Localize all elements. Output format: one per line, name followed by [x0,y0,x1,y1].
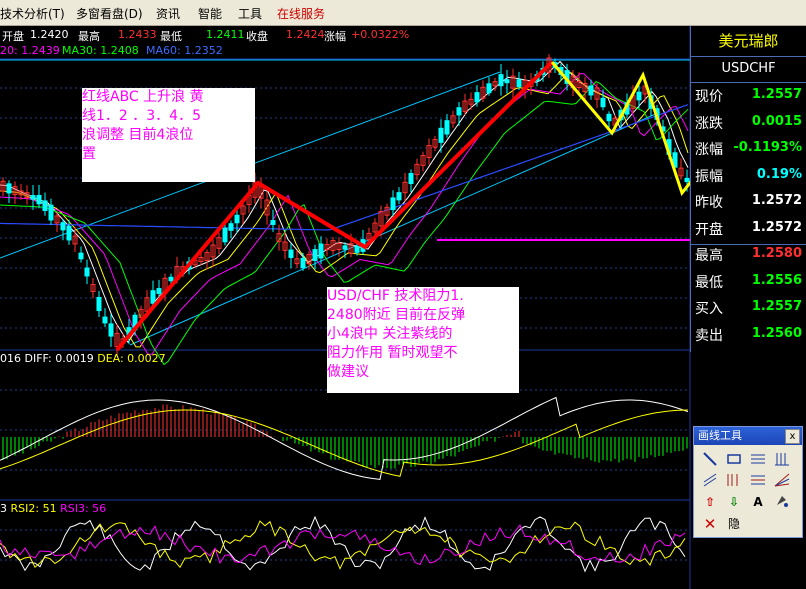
macd-dea-line [0,409,689,477]
candle-body [156,288,162,294]
candle-body [438,127,444,143]
candle-body [390,197,396,211]
speed-lines-icon[interactable] [772,472,792,490]
candle-body [168,276,174,282]
rsi1-value: 3 [0,502,7,515]
quote-label: 现价 [695,89,723,105]
text-tool-icon[interactable]: A [748,493,768,511]
candle-body [270,220,276,225]
symbol-code: USDCHF [721,61,776,76]
candle-body [66,225,72,241]
hide-button[interactable]: 隐 [724,515,744,533]
candle-body [228,223,234,231]
candle-body [108,323,114,337]
paint-tool-icon[interactable] [772,493,792,511]
candle-body [150,290,156,304]
candle-body [516,79,522,88]
candle-body [288,249,294,258]
quote-value: -0.1193% [733,140,802,155]
line-tool-icon[interactable] [700,451,720,469]
quote-label: 昨收 [695,195,723,211]
fan-lines-icon[interactable] [748,472,768,490]
resistance-note: USD/CHF 技术阻力1. 2480附近 目前在反弹 小4浪中 关注紫线的 阻… [327,287,519,393]
candle-body [684,177,690,183]
up-arrow-icon[interactable]: ⇧ [700,493,720,511]
quote-label: 最低 [695,274,723,291]
quote-label: 振幅 [695,168,723,185]
toolbox-titlebar[interactable]: 画线工具 x [694,427,802,445]
candle-body [600,97,606,108]
symbol-name: 美元瑞郎 [718,32,779,50]
quote-label: 开盘 [695,221,723,238]
candle-body [222,227,228,243]
candle-body [300,257,306,269]
candle-body [474,92,480,103]
candle-body [354,246,360,253]
down-arrow-icon[interactable]: ⇩ [724,493,744,511]
macd-legend: 016 DIFF: 0.0019 DEA: 0.0027 [0,352,166,365]
quote-label: 涨幅 [695,142,723,158]
candle-body [96,296,102,312]
candle-body [342,245,348,250]
fibonacci-icon[interactable] [724,472,744,490]
candle-body [396,192,402,201]
macd-diff: DIFF: 0.0019 [24,352,94,365]
candle-body [36,194,42,205]
quote-label: 最高 [695,248,723,264]
panel-divider [691,56,806,57]
candle-body [6,183,12,194]
quote-value: 1.2557 [751,87,802,102]
quote-value: 0.0015 [751,113,802,129]
candle-body [234,214,240,224]
candle-body [318,243,324,259]
quote-value: 1.2580 [751,246,802,261]
candle-body [498,74,504,87]
candle-body [408,172,414,185]
candle-body [486,83,492,94]
candle-body [78,252,84,260]
wave-note: 红线ABC 上升浪 黄 线1．2 ．3．4．5 浪调整 目前4浪位 置 [82,88,255,182]
candle-body [42,200,48,212]
quote-value: 0.19% [756,166,802,182]
candle-body [504,79,510,84]
candle-body [636,91,642,101]
candle-body [456,107,462,116]
channel-tool-icon[interactable] [700,472,720,490]
quote-value: 1.2560 [751,325,802,341]
macd-diff-line [0,396,689,480]
candle-body [30,195,36,200]
rsi3-value: RSI3: 56 [60,502,107,515]
candle-body [60,222,66,231]
candle-body [48,204,54,221]
rsi2-value: RSI2: 51 [10,502,57,515]
rectangle-tool-icon[interactable] [724,451,744,469]
quote-value: 1.2557 [751,299,802,314]
parallel-lines-icon[interactable] [748,451,768,469]
panel-divider [691,82,806,83]
quote-label: 卖出 [695,327,723,344]
toolbox-title: 画线工具 [698,429,742,442]
macd-dea: DEA: 0.0027 [97,352,166,365]
rsi-legend: 3 RSI2: 51 RSI3: 56 [0,502,106,515]
candle-body [84,267,90,277]
macd-label: 016 [0,352,21,365]
candle-body [606,113,612,122]
delete-icon[interactable]: ✕ [700,515,720,533]
gann-lines-icon[interactable] [772,451,792,469]
quote-label: 买入 [695,301,723,317]
quote-value: 1.2572 [751,193,802,208]
toolbox-close-button[interactable]: x [785,429,800,444]
candle-body [588,85,594,96]
quote-panel: 美元瑞郎 USDCHF 现价 1.2557 涨跌 0.0015 涨幅 -0.1193% 振幅… [690,26,806,352]
quote-value: 1.2556 [751,272,802,288]
candle-body [444,120,450,135]
candle-body [102,316,108,324]
drawing-toolbox: 画线工具 x ⇧ ⇩ A ✕ 隐 [693,426,803,538]
candle-body [312,249,318,261]
quote-value: 1.2572 [751,219,802,235]
quote-label: 涨跌 [695,115,723,132]
